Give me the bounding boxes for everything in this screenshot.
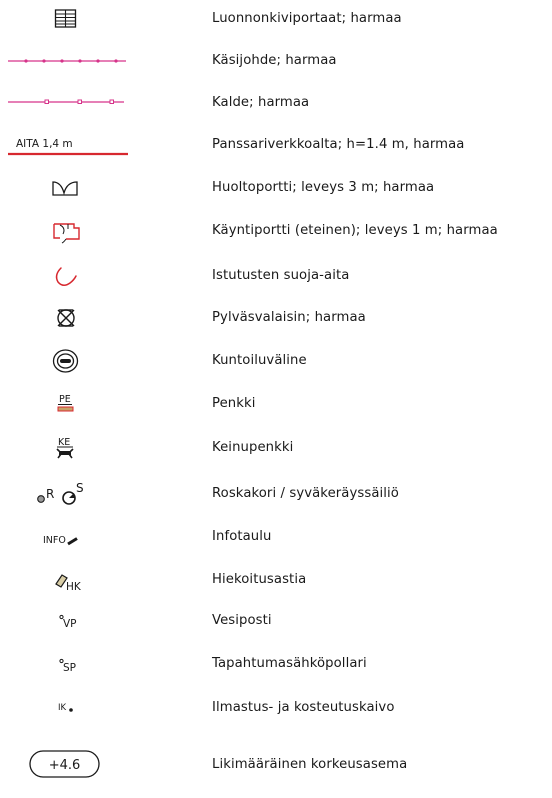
legend-label: Vesiposti [212, 613, 272, 628]
legend: Luonnonkiviportaat; harmaa Käsijohde; ha… [0, 0, 552, 798]
swing-bench-text: KE [58, 437, 70, 448]
exercise-equipment-icon [0, 346, 135, 376]
legend-row: Luonnonkiviportaat; harmaa [0, 4, 552, 34]
sand-container-icon: HK [0, 565, 135, 595]
legend-row: IK Ilmastus- ja kosteutuskaivo [0, 693, 552, 723]
legend-label: Keinupenkki [212, 440, 294, 455]
legend-label: Roskakori / syväkeräyssäiliö [212, 486, 399, 501]
legend-row: KE Keinupenkki [0, 433, 552, 463]
railing-line-icon [0, 88, 135, 118]
legend-label: Käsijohde; harmaa [212, 53, 337, 68]
legend-row: Käyntiportti (eteinen); leveys 1 m; harm… [0, 216, 552, 246]
aeration-well-text: IK [58, 703, 67, 713]
legend-label: Kalde; harmaa [212, 95, 310, 110]
mesh-fence-icon: AITA 1,4 m [0, 130, 135, 160]
legend-row: SP Tapahtumasähköpollari [0, 649, 552, 679]
legend-row: +4.6 Likimääräinen korkeusasema [0, 750, 552, 780]
legend-label: Kuntoiluväline [212, 353, 307, 368]
fence-height-text: AITA 1,4 m [16, 138, 73, 150]
legend-row: HK Hiekoitusastia [0, 565, 552, 595]
bench-icon: PE [0, 389, 135, 419]
legend-row: R S Roskakori / syväkeräyssäiliö [0, 479, 552, 509]
handrail-line-icon [0, 46, 135, 76]
plant-fence-icon [0, 261, 135, 291]
legend-label: Hiekoitusastia [212, 572, 307, 587]
power-bollard-text: SP [63, 662, 76, 674]
legend-label: Pylväsvalaisin; harmaa [212, 310, 366, 325]
legend-label: Luonnonkiviportaat; harmaa [212, 11, 402, 26]
elevation-text: +4.6 [49, 758, 81, 773]
bench-text: PE [59, 394, 71, 405]
power-bollard-icon: SP [0, 649, 135, 679]
pole-lamp-icon [0, 303, 135, 333]
sand-container-text: HK [66, 581, 82, 593]
legend-row: Huoltoportti; leveys 3 m; harmaa [0, 173, 552, 203]
legend-label: Huoltoportti; leveys 3 m; harmaa [212, 180, 435, 195]
legend-label: Likimääräinen korkeusasema [212, 757, 408, 772]
legend-label: Tapahtumasähköpollari [212, 656, 367, 671]
legend-row: Istutusten suoja-aita [0, 261, 552, 291]
service-gate-icon [0, 173, 135, 203]
legend-label: Panssariverkkoalta; h=1.4 m, harmaa [212, 137, 465, 152]
legend-row: AITA 1,4 m Panssariverkkoalta; h=1.4 m, … [0, 130, 552, 160]
info-text: INFO [43, 535, 66, 546]
elevation-marker-icon: +4.6 [0, 750, 135, 780]
trash-bin-text: R [46, 487, 54, 501]
legend-row: Kuntoiluväline [0, 346, 552, 376]
swing-bench-icon: KE [0, 433, 135, 463]
legend-label: Käyntiportti (eteinen); leveys 1 m; harm… [212, 223, 498, 238]
legend-row: Pylväsvalaisin; harmaa [0, 303, 552, 333]
legend-row: INFO Infotaulu [0, 522, 552, 552]
legend-row: Kalde; harmaa [0, 88, 552, 118]
aeration-well-icon: IK [0, 693, 135, 723]
legend-label: Ilmastus- ja kosteutuskaivo [212, 700, 395, 715]
legend-label: Penkki [212, 396, 256, 411]
info-board-icon: INFO [0, 522, 135, 552]
legend-row: PE Penkki [0, 389, 552, 419]
deep-collection-text: S [76, 481, 84, 495]
water-post-icon: VP [0, 606, 135, 636]
entry-gate-icon [0, 216, 135, 246]
trash-bin-icon: R S [0, 479, 135, 509]
legend-label: Istutusten suoja-aita [212, 268, 350, 283]
legend-label: Infotaulu [212, 529, 272, 544]
legend-row: Käsijohde; harmaa [0, 46, 552, 76]
legend-row: VP Vesiposti [0, 606, 552, 636]
stairs-icon [0, 4, 135, 34]
water-post-text: VP [63, 618, 77, 630]
